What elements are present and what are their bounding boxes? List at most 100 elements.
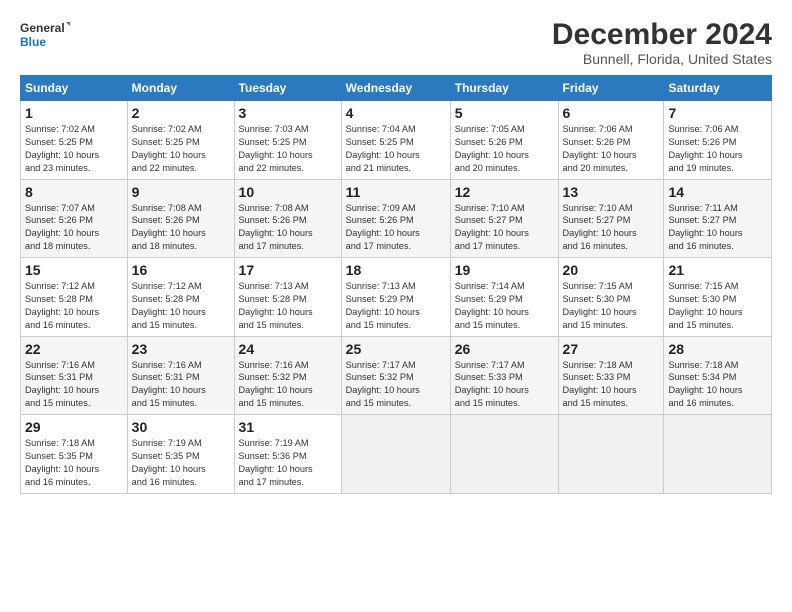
- calendar-week-5: 29 Sunrise: 7:18 AMSunset: 5:35 PMDayligh…: [21, 415, 772, 494]
- title-block: December 2024 Bunnell, Florida, United S…: [552, 18, 772, 67]
- day-detail: Sunrise: 7:05 AMSunset: 5:26 PMDaylight:…: [455, 124, 529, 173]
- table-row: 9 Sunrise: 7:08 AMSunset: 5:26 PMDaylight…: [127, 179, 234, 258]
- table-row: 12Sunrise: 7:10 AMSunset: 5:27 PMDayligh…: [450, 179, 558, 258]
- page-subtitle: Bunnell, Florida, United States: [552, 51, 772, 67]
- day-detail: Sunrise: 7:04 AMSunset: 5:25 PMDaylight:…: [346, 124, 420, 173]
- day-number: 30: [132, 419, 230, 435]
- day-number: 12: [455, 184, 554, 200]
- day-number: 17: [239, 262, 337, 278]
- day-detail: Sunrise: 7:08 AMSunset: 5:26 PMDaylight:…: [132, 203, 206, 252]
- day-number: 22: [25, 341, 123, 357]
- day-number: 29: [25, 419, 123, 435]
- page-title: December 2024: [552, 18, 772, 51]
- header-monday: Monday: [127, 76, 234, 101]
- day-number: 26: [455, 341, 554, 357]
- table-row: 22 Sunrise: 7:16 AMSunset: 5:31 PMDayligh…: [21, 336, 128, 415]
- table-row: 5 Sunrise: 7:05 AMSunset: 5:26 PMDaylight…: [450, 101, 558, 180]
- day-detail: Sunrise: 7:16 AMSunset: 5:31 PMDaylight:…: [25, 360, 99, 409]
- day-detail: Sunrise: 7:02 AMSunset: 5:25 PMDaylight:…: [132, 124, 206, 173]
- table-row: 19Sunrise: 7:14 AMSunset: 5:29 PMDayligh…: [450, 258, 558, 337]
- day-detail: Sunrise: 7:16 AMSunset: 5:31 PMDaylight:…: [132, 360, 206, 409]
- table-row: 4 Sunrise: 7:04 AMSunset: 5:25 PMDaylight…: [341, 101, 450, 180]
- day-detail: Sunrise: 7:06 AMSunset: 5:26 PMDaylight:…: [668, 124, 742, 173]
- header-thursday: Thursday: [450, 76, 558, 101]
- day-detail: Sunrise: 7:12 AMSunset: 5:28 PMDaylight:…: [132, 281, 206, 330]
- day-number: 5: [455, 105, 554, 121]
- day-number: 20: [563, 262, 660, 278]
- header: General Blue December 2024 Bunnell, Flor…: [20, 18, 772, 67]
- svg-text:Blue: Blue: [20, 35, 46, 49]
- table-row: 27 Sunrise: 7:18 AMSunset: 5:33 PMDayligh…: [558, 336, 664, 415]
- header-row: Sunday Monday Tuesday Wednesday Thursday…: [21, 76, 772, 101]
- day-detail: Sunrise: 7:07 AMSunset: 5:26 PMDaylight:…: [25, 203, 99, 252]
- table-row: 23 Sunrise: 7:16 AMSunset: 5:31 PMDayligh…: [127, 336, 234, 415]
- day-detail: Sunrise: 7:03 AMSunset: 5:25 PMDaylight:…: [239, 124, 313, 173]
- svg-text:General: General: [20, 21, 65, 35]
- table-row: 26 Sunrise: 7:17 AMSunset: 5:33 PMDayligh…: [450, 336, 558, 415]
- day-number: 23: [132, 341, 230, 357]
- table-row: [664, 415, 772, 494]
- day-number: 31: [239, 419, 337, 435]
- day-number: 28: [668, 341, 767, 357]
- day-number: 2: [132, 105, 230, 121]
- day-detail: Sunrise: 7:15 AMSunset: 5:30 PMDaylight:…: [668, 281, 742, 330]
- day-number: 15: [25, 262, 123, 278]
- header-saturday: Saturday: [664, 76, 772, 101]
- day-number: 13: [563, 184, 660, 200]
- table-row: 10 Sunrise: 7:08 AMSunset: 5:26 PMDayligh…: [234, 179, 341, 258]
- table-row: [341, 415, 450, 494]
- table-row: 13 Sunrise: 7:10 AMSunset: 5:27 PMDayligh…: [558, 179, 664, 258]
- day-detail: Sunrise: 7:13 AMSunset: 5:29 PMDaylight:…: [346, 281, 420, 330]
- day-number: 19: [455, 262, 554, 278]
- day-number: 18: [346, 262, 446, 278]
- day-number: 10: [239, 184, 337, 200]
- table-row: 8Sunrise: 7:07 AMSunset: 5:26 PMDaylight…: [21, 179, 128, 258]
- day-detail: Sunrise: 7:17 AMSunset: 5:33 PMDaylight:…: [455, 360, 529, 409]
- day-number: 1: [25, 105, 123, 121]
- table-row: 6Sunrise: 7:06 AMSunset: 5:26 PMDaylight…: [558, 101, 664, 180]
- day-detail: Sunrise: 7:09 AMSunset: 5:26 PMDaylight:…: [346, 203, 420, 252]
- day-number: 7: [668, 105, 767, 121]
- header-friday: Friday: [558, 76, 664, 101]
- day-number: 27: [563, 341, 660, 357]
- table-row: 30 Sunrise: 7:19 AMSunset: 5:35 PMDayligh…: [127, 415, 234, 494]
- table-row: 11 Sunrise: 7:09 AMSunset: 5:26 PMDayligh…: [341, 179, 450, 258]
- day-detail: Sunrise: 7:15 AMSunset: 5:30 PMDaylight:…: [563, 281, 637, 330]
- table-row: 28 Sunrise: 7:18 AMSunset: 5:34 PMDayligh…: [664, 336, 772, 415]
- day-number: 11: [346, 184, 446, 200]
- table-row: 18 Sunrise: 7:13 AMSunset: 5:29 PMDayligh…: [341, 258, 450, 337]
- day-number: 24: [239, 341, 337, 357]
- table-row: 20 Sunrise: 7:15 AMSunset: 5:30 PMDayligh…: [558, 258, 664, 337]
- day-number: 21: [668, 262, 767, 278]
- day-detail: Sunrise: 7:02 AMSunset: 5:25 PMDaylight:…: [25, 124, 99, 173]
- table-row: [558, 415, 664, 494]
- day-detail: Sunrise: 7:18 AMSunset: 5:33 PMDaylight:…: [563, 360, 637, 409]
- day-detail: Sunrise: 7:18 AMSunset: 5:35 PMDaylight:…: [25, 438, 99, 487]
- header-sunday: Sunday: [21, 76, 128, 101]
- logo: General Blue: [20, 18, 70, 54]
- day-detail: Sunrise: 7:17 AMSunset: 5:32 PMDaylight:…: [346, 360, 420, 409]
- day-detail: Sunrise: 7:11 AMSunset: 5:27 PMDaylight:…: [668, 203, 742, 252]
- day-detail: Sunrise: 7:19 AMSunset: 5:35 PMDaylight:…: [132, 438, 206, 487]
- day-detail: Sunrise: 7:19 AMSunset: 5:36 PMDaylight:…: [239, 438, 313, 487]
- table-row: 21 Sunrise: 7:15 AMSunset: 5:30 PMDayligh…: [664, 258, 772, 337]
- day-detail: Sunrise: 7:10 AMSunset: 5:27 PMDaylight:…: [563, 203, 637, 252]
- calendar-table: Sunday Monday Tuesday Wednesday Thursday…: [20, 75, 772, 494]
- day-number: 4: [346, 105, 446, 121]
- table-row: 3 Sunrise: 7:03 AMSunset: 5:25 PMDaylight…: [234, 101, 341, 180]
- logo-svg: General Blue: [20, 18, 70, 54]
- day-detail: Sunrise: 7:18 AMSunset: 5:34 PMDaylight:…: [668, 360, 742, 409]
- table-row: 29 Sunrise: 7:18 AMSunset: 5:35 PMDayligh…: [21, 415, 128, 494]
- calendar-week-1: 1 Sunrise: 7:02 AMSunset: 5:25 PMDaylight…: [21, 101, 772, 180]
- calendar-week-2: 8Sunrise: 7:07 AMSunset: 5:26 PMDaylight…: [21, 179, 772, 258]
- day-detail: Sunrise: 7:08 AMSunset: 5:26 PMDaylight:…: [239, 203, 313, 252]
- table-row: [450, 415, 558, 494]
- day-number: 9: [132, 184, 230, 200]
- day-number: 3: [239, 105, 337, 121]
- table-row: 17Sunrise: 7:13 AMSunset: 5:28 PMDayligh…: [234, 258, 341, 337]
- table-row: 31 Sunrise: 7:19 AMSunset: 5:36 PMDayligh…: [234, 415, 341, 494]
- table-row: 25Sunrise: 7:17 AMSunset: 5:32 PMDayligh…: [341, 336, 450, 415]
- calendar-week-3: 15 Sunrise: 7:12 AMSunset: 5:28 PMDayligh…: [21, 258, 772, 337]
- day-number: 16: [132, 262, 230, 278]
- day-detail: Sunrise: 7:12 AMSunset: 5:28 PMDaylight:…: [25, 281, 99, 330]
